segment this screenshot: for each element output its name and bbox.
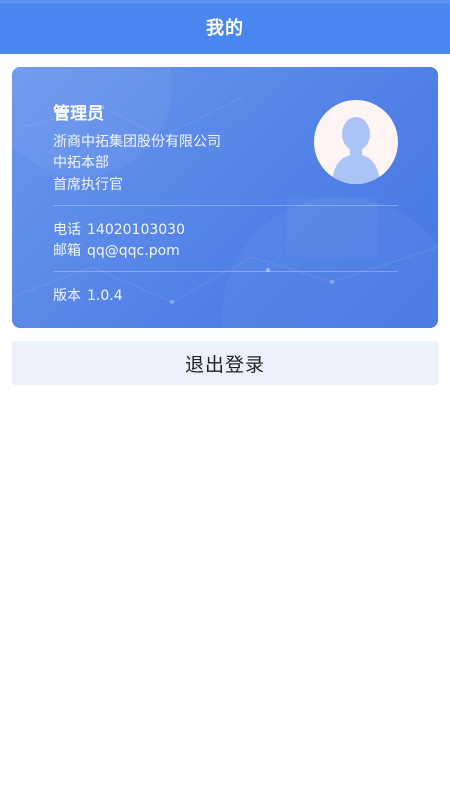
profile-card: 管理员 浙商中拓集团股份有限公司 中拓本部 首席执行官 电话 1402010303… <box>12 67 438 328</box>
version-value: 1.0.4 <box>87 288 123 304</box>
department-name: 中拓本部 <box>53 155 109 171</box>
divider <box>53 271 398 272</box>
app-header: 我的 <box>0 0 450 54</box>
version-label: 版本 <box>53 288 81 304</box>
logout-label: 退出登录 <box>184 353 265 376</box>
phone-label: 电话 <box>53 222 81 238</box>
phone-row: 电话 14020103030 <box>53 219 185 239</box>
page-title: 我的 <box>206 18 244 39</box>
user-name: 管理员 <box>53 104 104 124</box>
phone-value: 14020103030 <box>87 222 185 238</box>
divider <box>53 205 398 206</box>
user-silhouette-icon <box>332 117 380 184</box>
version-row: 版本 1.0.4 <box>53 285 123 305</box>
email-value: qq@qqc.pom <box>87 243 180 259</box>
email-label: 邮箱 <box>53 243 81 259</box>
position-title: 首席执行官 <box>53 177 123 193</box>
email-row: 邮箱 qq@qqc.pom <box>53 240 180 260</box>
logout-button[interactable]: 退出登录 <box>12 341 438 385</box>
avatar[interactable] <box>314 100 398 184</box>
company-name: 浙商中拓集团股份有限公司 <box>53 134 221 150</box>
